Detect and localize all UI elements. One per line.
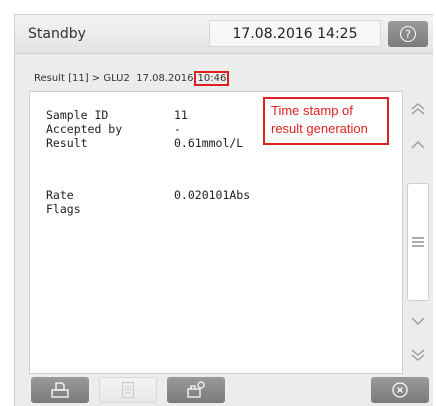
- header-bar: Standby 17.08.2016 14:25 ?: [15, 15, 433, 54]
- field-value: 0.61mmol/L: [174, 136, 244, 150]
- field-label: Result: [46, 136, 88, 150]
- scroll-down-button[interactable]: [405, 307, 431, 335]
- chevron-up-icon: [411, 141, 425, 149]
- scroll-thumb[interactable]: [407, 183, 429, 301]
- print-button[interactable]: [31, 377, 89, 403]
- export-icon: [187, 381, 205, 398]
- close-button[interactable]: [371, 377, 429, 403]
- field-value: -: [174, 122, 181, 136]
- annotation-line-1: Time stamp of: [271, 103, 353, 118]
- breadcrumb-time: 10:46: [194, 71, 230, 86]
- double-chevron-up-icon: [411, 103, 425, 115]
- scroll-top-button[interactable]: [405, 95, 431, 123]
- annotation-callout: Time stamp of result generation: [263, 97, 389, 145]
- report-button[interactable]: [99, 377, 157, 403]
- help-icon: ?: [400, 26, 416, 42]
- grip-icon: [412, 237, 424, 247]
- datetime-display: 17.08.2016 14:25: [209, 20, 381, 47]
- annotation-line-2: result generation: [271, 121, 368, 136]
- breadcrumb-path: Result [11] > GLU2: [34, 73, 130, 84]
- field-label: Flags: [46, 202, 81, 216]
- close-icon: [392, 382, 408, 398]
- scrollbar[interactable]: [405, 91, 431, 374]
- app-window: Standby 17.08.2016 14:25 ? Result [11] >…: [14, 14, 433, 406]
- chevron-down-icon: [411, 317, 425, 325]
- field-label: Accepted by: [46, 122, 123, 136]
- help-button[interactable]: ?: [388, 21, 428, 47]
- breadcrumb: Result [11] > GLU2 17.08.2016 10:46: [34, 71, 230, 86]
- field-label: Sample ID: [46, 108, 109, 122]
- scroll-up-button[interactable]: [405, 131, 431, 159]
- scroll-bottom-button[interactable]: [405, 341, 431, 369]
- report-icon: [121, 381, 135, 399]
- field-value: 0.020101Abs: [174, 188, 251, 202]
- breadcrumb-date: 17.08.2016: [136, 73, 194, 84]
- double-chevron-down-icon: [411, 349, 425, 361]
- export-button[interactable]: [167, 377, 225, 403]
- print-icon: [51, 382, 69, 398]
- field-value: 11: [174, 108, 188, 122]
- status-label: Standby: [28, 26, 86, 42]
- field-label: Rate: [46, 188, 74, 202]
